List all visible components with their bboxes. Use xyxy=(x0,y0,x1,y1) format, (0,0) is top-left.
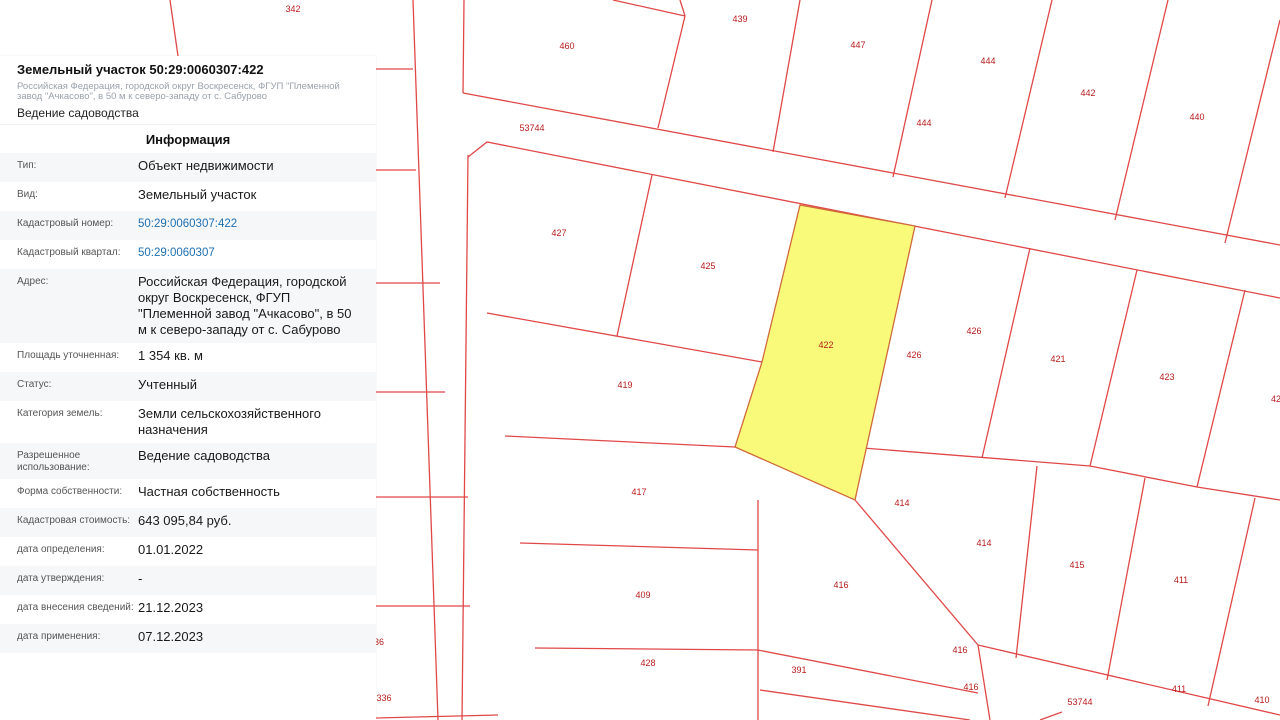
info-row: Разрешенное использование: Ведение садово… xyxy=(0,443,376,479)
plot-number-label: 411 xyxy=(1174,575,1188,585)
info-row: Кадастровый номер: 50:29:0060307:422 xyxy=(0,211,376,240)
permitted-use: Ведение садоводства xyxy=(17,106,139,120)
plot-number-label: 416 xyxy=(963,682,978,692)
info-row-value: Частная собственность xyxy=(138,484,280,499)
info-panel: Земельный участок 50:29:0060307:422 Росс… xyxy=(0,56,376,720)
plot-number-label: 426 xyxy=(906,350,921,360)
plot-number-label: 428 xyxy=(640,658,655,668)
info-row: дата внесения сведений: 21.12.2023 xyxy=(0,595,376,624)
info-row-label: Категория земель: xyxy=(17,408,103,419)
plot-number-label: 447 xyxy=(850,40,865,50)
plot-number-label: 421 xyxy=(1050,354,1065,364)
info-row-link[interactable]: 50:29:0060307:422 xyxy=(138,216,360,232)
plot-number-label: 439 xyxy=(732,14,747,24)
info-row: дата утверждения: - xyxy=(0,566,376,595)
plot-number-label: 411 xyxy=(1172,684,1186,694)
plot-number-label: 409 xyxy=(635,590,650,600)
plot-number-label: 410 xyxy=(1254,695,1269,705)
plot-number-label: 414 xyxy=(894,498,909,508)
info-row-label: Кадастровая стоимость: xyxy=(17,515,131,526)
road xyxy=(412,0,469,720)
info-row-link[interactable]: 50:29:0060307 xyxy=(138,245,360,261)
info-row-value: 1 354 кв. м xyxy=(138,348,203,363)
plot-number-label: 440 xyxy=(1189,112,1204,122)
plot-number-label: 391 xyxy=(791,665,806,675)
info-row-label: Вид: xyxy=(17,189,38,200)
info-row-value: Земли сельскохозяйственного назначения xyxy=(138,406,321,437)
info-row-label: дата применения: xyxy=(17,631,101,642)
info-row-label: Форма собственности: xyxy=(17,486,123,497)
info-row-value: Земельный участок xyxy=(138,187,257,202)
selected-plot-422[interactable] xyxy=(734,204,916,501)
plot-number-label: 414 xyxy=(976,538,991,548)
info-row: Кадастровая стоимость: 643 095,84 руб. xyxy=(0,508,376,537)
info-row-label: Кадастровый номер: xyxy=(17,218,114,229)
info-row-label: Кадастровый квартал: xyxy=(17,247,121,258)
plot-boundary xyxy=(375,68,499,719)
info-row: Статус: Учтенный xyxy=(0,372,376,401)
plot-number-label: 53744 xyxy=(1067,697,1092,707)
info-row: Категория земель: Земли сельскохозяйствен… xyxy=(0,401,376,443)
plot-number-label: 444 xyxy=(916,118,931,128)
info-row: Форма собственности: Частная собственност… xyxy=(0,479,376,508)
info-row-label: Статус: xyxy=(17,379,52,390)
plot-number-label: 426 xyxy=(966,326,981,336)
plot-number-label: 422 xyxy=(818,340,833,350)
info-row-label: дата утверждения: xyxy=(17,573,105,584)
plot-number-label: 416 xyxy=(833,580,848,590)
info-row-value: 643 095,84 руб. xyxy=(138,513,232,528)
info-row: дата определения: 01.01.2022 xyxy=(0,537,376,566)
plot-number-label: 444 xyxy=(980,56,995,66)
info-row-value: Российская Федерация, городской округ Во… xyxy=(138,274,352,337)
address-subtitle: Российская Федерация, городской округ Во… xyxy=(17,81,340,102)
plot-number-label: 427 xyxy=(551,228,566,238)
info-row-label: Разрешенное использование: xyxy=(17,450,90,473)
plot-number-label: 53744 xyxy=(519,123,544,133)
info-row-value: Объект недвижимости xyxy=(138,158,274,173)
panel-title: Земельный участок 50:29:0060307:422 xyxy=(17,62,264,77)
info-row: Вид: Земельный участок xyxy=(0,182,376,211)
info-row-value: 07.12.2023 xyxy=(138,629,204,644)
info-row: Адрес: Российская Федерация, городской ок… xyxy=(0,269,376,343)
info-row-label: дата внесения сведений: xyxy=(17,602,134,613)
plot-number-label: 442 xyxy=(1080,88,1095,98)
plot-number-label: 342 xyxy=(285,4,300,14)
info-table: Тип: Объект недвижимости Вид: Земельный уча… xyxy=(0,153,376,653)
plot-number-label: 423 xyxy=(1159,372,1174,382)
info-row-label: Адрес: xyxy=(17,276,49,287)
plot-number-label: 42 xyxy=(1271,394,1280,404)
info-row-value: 21.12.2023 xyxy=(138,600,204,615)
info-row-value: Ведение садоводства xyxy=(138,448,270,463)
plot-number-label: 460 xyxy=(559,41,574,51)
info-row-value: Учтенный xyxy=(138,377,198,392)
plot-number-label: 336 xyxy=(376,693,391,703)
plot-number-label: 415 xyxy=(1069,560,1084,570)
info-row-value: 01.01.2022 xyxy=(138,542,204,557)
info-row-label: дата определения: xyxy=(17,544,105,555)
section-title: Информация xyxy=(0,124,376,153)
info-row: дата применения: 07.12.2023 xyxy=(0,624,376,653)
panel-header: Земельный участок 50:29:0060307:422 Росс… xyxy=(0,56,376,120)
info-row-label: Тип: xyxy=(17,160,37,171)
info-row-value: - xyxy=(138,571,143,586)
info-row: Кадастровый квартал: 50:29:0060307 xyxy=(0,240,376,269)
info-row: Площадь уточненная: 1 354 кв. м xyxy=(0,343,376,372)
plot-number-label: 416 xyxy=(952,645,967,655)
info-row: Тип: Объект недвижимости xyxy=(0,153,376,182)
plot-number-label: 419 xyxy=(617,380,632,390)
info-row-label: Площадь уточненная: xyxy=(17,350,120,361)
plot-number-label: 425 xyxy=(700,261,715,271)
plot-number-label: 417 xyxy=(631,487,646,497)
